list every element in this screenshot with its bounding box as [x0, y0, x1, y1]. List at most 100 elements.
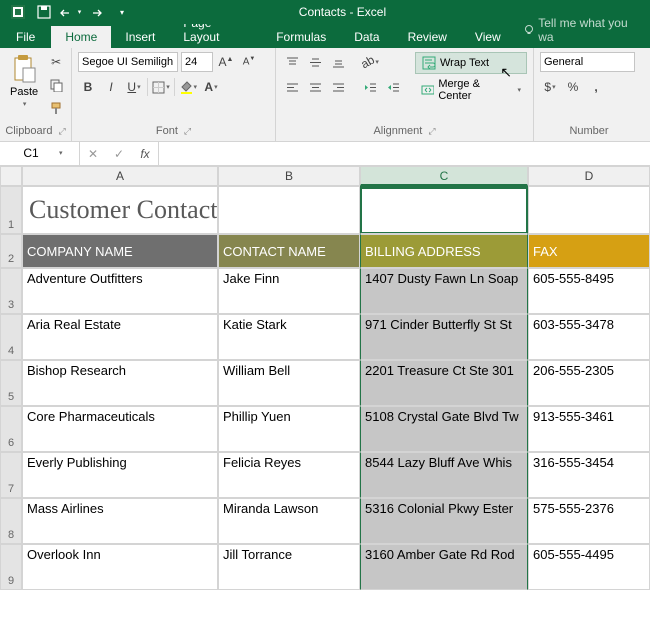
header-billing[interactable]: BILLING ADDRESS: [360, 234, 528, 268]
cell-c6[interactable]: 5108 Crystal Gate Blvd Tw: [360, 406, 528, 452]
cell-b7[interactable]: Felicia Reyes: [218, 452, 360, 498]
align-top-button[interactable]: [282, 52, 302, 72]
row-header-8[interactable]: 8: [0, 498, 22, 544]
font-size-combo[interactable]: [181, 52, 213, 72]
cell-a9[interactable]: Overlook Inn: [22, 544, 218, 590]
row-header-2[interactable]: 2: [0, 234, 22, 268]
cell-d1[interactable]: [528, 186, 650, 234]
increase-font-button[interactable]: A▲: [216, 52, 236, 72]
save-icon[interactable]: [32, 1, 56, 23]
col-header-a[interactable]: A: [22, 166, 218, 186]
tell-me-search[interactable]: Tell me what you wa: [515, 12, 650, 48]
cell-c8[interactable]: 5316 Colonial Pkwy Ester: [360, 498, 528, 544]
align-center-button[interactable]: [305, 77, 325, 97]
cell-a1-title[interactable]: Customer Contact List: [22, 186, 218, 234]
alignment-launcher[interactable]: ⤢: [428, 126, 435, 137]
name-box-input[interactable]: [4, 146, 58, 160]
underline-button[interactable]: U▾: [124, 77, 144, 97]
paste-button[interactable]: Paste ▾: [6, 52, 42, 110]
cell-c9[interactable]: 3160 Amber Gate Rd Rod: [360, 544, 528, 590]
row-header-9[interactable]: 9: [0, 544, 22, 590]
accounting-format-button[interactable]: $▾: [540, 77, 560, 97]
tab-formulas[interactable]: Formulas: [262, 26, 340, 48]
cell-d7[interactable]: 316-555-3454: [528, 452, 650, 498]
align-bottom-button[interactable]: [328, 52, 348, 72]
cancel-formula-button[interactable]: ✕: [80, 142, 106, 166]
decrease-font-button[interactable]: A▼: [239, 52, 259, 72]
cell-d3[interactable]: 605-555-8495: [528, 268, 650, 314]
increase-indent-button[interactable]: [383, 77, 403, 97]
orientation-button[interactable]: ab▾: [360, 52, 380, 72]
name-box[interactable]: ▾: [0, 142, 80, 166]
format-painter-button[interactable]: [46, 98, 66, 118]
percent-format-button[interactable]: %: [563, 77, 583, 97]
number-format-combo[interactable]: [540, 52, 635, 72]
cell-c3[interactable]: 1407 Dusty Fawn Ln Soap: [360, 268, 528, 314]
fill-color-button[interactable]: ▾: [178, 77, 198, 97]
copy-button[interactable]: [46, 75, 66, 95]
align-right-button[interactable]: [328, 77, 348, 97]
row-header-4[interactable]: 4: [0, 314, 22, 360]
cell-b1[interactable]: [218, 186, 360, 234]
excel-icon[interactable]: [6, 1, 30, 23]
row-header-6[interactable]: 6: [0, 406, 22, 452]
redo-icon[interactable]: [84, 1, 108, 23]
header-contact[interactable]: CONTACT NAME: [218, 234, 360, 268]
merge-center-button[interactable]: Merge & Center ▾: [415, 79, 527, 101]
formula-input[interactable]: [159, 143, 650, 165]
row-header-7[interactable]: 7: [0, 452, 22, 498]
col-header-c[interactable]: C: [360, 166, 528, 186]
cell-b5[interactable]: William Bell: [218, 360, 360, 406]
header-company[interactable]: COMPANY NAME: [22, 234, 218, 268]
insert-function-button[interactable]: fx: [132, 142, 158, 166]
cell-d8[interactable]: 575-555-2376: [528, 498, 650, 544]
clipboard-launcher[interactable]: ⤢: [58, 126, 65, 137]
cut-button[interactable]: ✂: [46, 52, 66, 72]
row-header-5[interactable]: 5: [0, 360, 22, 406]
header-fax[interactable]: FAX: [528, 234, 650, 268]
cell-c7[interactable]: 8544 Lazy Bluff Ave Whis: [360, 452, 528, 498]
select-all-corner[interactable]: [0, 166, 22, 186]
cell-a6[interactable]: Core Pharmaceuticals: [22, 406, 218, 452]
align-left-button[interactable]: [282, 77, 302, 97]
align-middle-button[interactable]: [305, 52, 325, 72]
cell-d5[interactable]: 206-555-2305: [528, 360, 650, 406]
tab-insert[interactable]: Insert: [111, 26, 169, 48]
cell-d9[interactable]: 605-555-4495: [528, 544, 650, 590]
customize-qat-icon[interactable]: ▾: [110, 1, 134, 23]
wrap-text-button[interactable]: Wrap Text ↖: [415, 52, 527, 74]
enter-formula-button[interactable]: ✓: [106, 142, 132, 166]
row-header-1[interactable]: 1: [0, 186, 22, 234]
cell-d6[interactable]: 913-555-3461: [528, 406, 650, 452]
cell-b6[interactable]: Phillip Yuen: [218, 406, 360, 452]
decrease-indent-button[interactable]: [360, 77, 380, 97]
cell-a4[interactable]: Aria Real Estate: [22, 314, 218, 360]
col-header-b[interactable]: B: [218, 166, 360, 186]
cell-d4[interactable]: 603-555-3478: [528, 314, 650, 360]
cell-b9[interactable]: Jill Torrance: [218, 544, 360, 590]
bold-button[interactable]: B: [78, 77, 98, 97]
font-launcher[interactable]: ⤢: [184, 126, 191, 137]
row-header-3[interactable]: 3: [0, 268, 22, 314]
borders-button[interactable]: ▾: [151, 77, 171, 97]
tab-file[interactable]: File: [0, 26, 51, 48]
cell-b4[interactable]: Katie Stark: [218, 314, 360, 360]
cell-a3[interactable]: Adventure Outfitters: [22, 268, 218, 314]
cell-b8[interactable]: Miranda Lawson: [218, 498, 360, 544]
comma-format-button[interactable]: ,: [586, 77, 606, 97]
tab-view[interactable]: View: [461, 26, 515, 48]
italic-button[interactable]: I: [101, 77, 121, 97]
cell-a5[interactable]: Bishop Research: [22, 360, 218, 406]
cell-a7[interactable]: Everly Publishing: [22, 452, 218, 498]
font-name-combo[interactable]: [78, 52, 178, 72]
cell-a8[interactable]: Mass Airlines: [22, 498, 218, 544]
font-color-button[interactable]: A▾: [201, 77, 221, 97]
cell-b3[interactable]: Jake Finn: [218, 268, 360, 314]
undo-icon[interactable]: ▾: [58, 1, 82, 23]
tab-data[interactable]: Data: [340, 26, 393, 48]
tab-home[interactable]: Home: [51, 26, 111, 48]
col-header-d[interactable]: D: [528, 166, 650, 186]
tab-review[interactable]: Review: [394, 26, 461, 48]
cell-c1[interactable]: [360, 186, 528, 234]
cell-c5[interactable]: 2201 Treasure Ct Ste 301: [360, 360, 528, 406]
